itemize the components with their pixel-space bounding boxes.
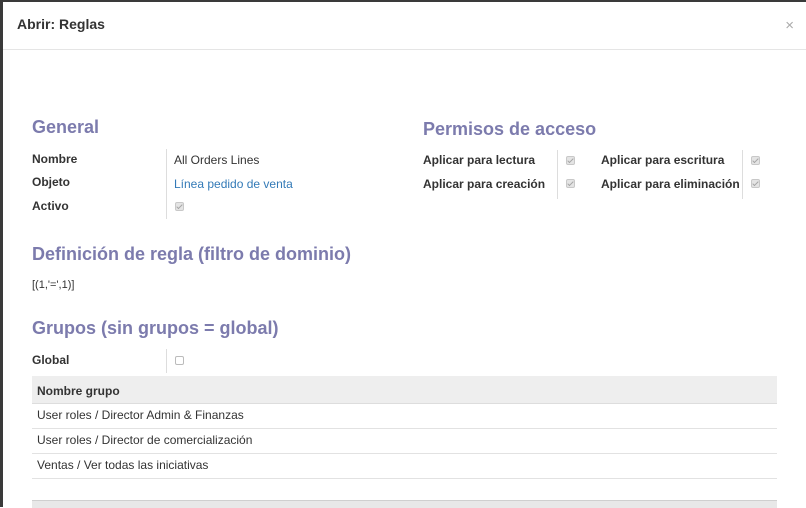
field-divider	[166, 349, 167, 373]
delete-checkbox[interactable]	[751, 179, 760, 188]
permission-divider	[742, 150, 743, 199]
object-link[interactable]: Línea pedido de venta	[174, 177, 293, 191]
write-checkbox[interactable]	[751, 156, 760, 165]
column-header-group-name[interactable]: Nombre grupo	[37, 384, 120, 398]
create-checkbox[interactable]	[566, 179, 575, 188]
domain-filter-value[interactable]: [(1,'=',1)]	[32, 279, 74, 291]
groups-section-title: Grupos (sin grupos = global)	[32, 318, 279, 338]
create-label: Aplicar para creación	[423, 177, 546, 191]
field-divider	[166, 149, 167, 219]
group-name-cell: User roles / Director de comercializació…	[37, 433, 253, 447]
group-name-cell: User roles / Director Admin & Finanzas	[37, 408, 244, 422]
groups-table: Nombre grupo User roles / Director Admin…	[32, 376, 777, 479]
name-value[interactable]: All Orders Lines	[174, 153, 259, 167]
general-section-title: General	[32, 117, 100, 137]
write-label: Aplicar para escritura	[601, 153, 725, 167]
table-row[interactable]: Ventas / Ver todas las iniciativas	[32, 454, 777, 479]
read-checkbox[interactable]	[566, 156, 575, 165]
table-row[interactable]: User roles / Director de comercializació…	[32, 429, 777, 454]
object-label: Objeto	[32, 175, 70, 189]
permissions-section-title: Permisos de acceso	[423, 119, 597, 139]
read-label: Aplicar para lectura	[423, 153, 536, 167]
global-label: Global	[32, 353, 70, 367]
name-label: Nombre	[32, 152, 78, 166]
domain-section-title: Definición de regla (filtro de dominio)	[32, 244, 352, 264]
dialog-title: Abrir: Reglas	[17, 16, 105, 32]
delete-label: Aplicar para eliminación	[601, 177, 740, 191]
group-name-cell: Ventas / Ver todas las iniciativas	[37, 458, 209, 472]
global-checkbox[interactable]	[175, 356, 184, 365]
active-label: Activo	[32, 199, 69, 213]
dialog-header: Abrir: Reglas ×	[3, 2, 806, 50]
table-header[interactable]: Nombre grupo	[32, 376, 777, 404]
close-icon[interactable]: ×	[785, 18, 794, 33]
table-row[interactable]: User roles / Director Admin & Finanzas	[32, 404, 777, 429]
active-checkbox[interactable]	[175, 202, 184, 211]
rule-dialog: Abrir: Reglas × General Nombre All Order…	[3, 2, 806, 508]
permission-divider	[557, 150, 558, 199]
